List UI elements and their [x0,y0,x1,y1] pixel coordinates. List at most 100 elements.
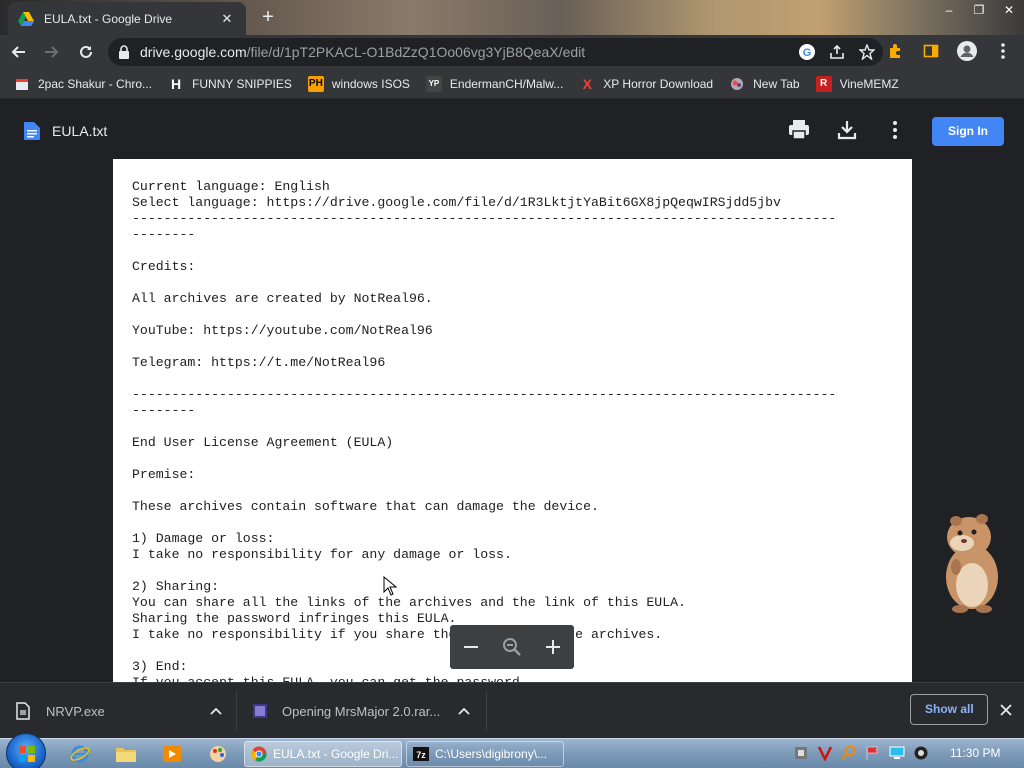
download-name: NRVP.exe [46,703,105,719]
back-arrow-icon[interactable] [2,36,34,68]
url-path: /file/d/1pT2PKACL-O1BdZzQ1Oo06vg3YjB8Qea… [246,44,586,60]
document-text: Current language: English Select language… [132,179,902,682]
bookmark-label: windows ISOS [331,76,410,91]
document-line: Telegram: https://t.me/NotReal96 [132,355,386,370]
window-close-icon[interactable]: ✕ [994,0,1024,20]
browser-tab[interactable]: EULA.txt - Google Drive ✕ [8,2,246,35]
bookmark-item[interactable]: 2pac Shakur - Chro... [14,76,152,92]
zoom-controls [450,625,574,669]
document-line: -------- [132,227,196,242]
extensions-icon[interactable] [884,40,906,62]
document-line: You can share all the links of the archi… [132,595,686,610]
close-shelf-icon[interactable] [996,700,1016,720]
document-line: Select language: https://drive.google.co… [132,195,781,210]
taskbar-7zip-window[interactable]: 7z C:\Users\digibrony\... [406,741,564,767]
document-line: Premise: [132,467,196,482]
start-button-icon[interactable] [6,733,46,768]
chrome-menu-icon[interactable] [992,40,1014,62]
x-logo-icon: X [582,75,592,92]
tab-close-icon[interactable]: ✕ [218,11,236,27]
drive-file-viewer: EULA.txt Sign In Current language: Engli… [0,100,1024,682]
tray-app-icon[interactable] [792,743,810,763]
tray-network-icon[interactable] [888,743,906,763]
side-panel-icon[interactable] [920,40,942,62]
download-name: Opening MrsMajor 2.0.rar... [282,703,441,719]
bookmark-label: 2pac Shakur - Chro... [38,76,153,91]
reload-icon[interactable] [70,36,102,68]
viewer-header: EULA.txt Sign In [0,100,1024,160]
profile-avatar-icon[interactable] [956,40,978,62]
bookmark-item[interactable]: R VineMEMZ [815,75,899,92]
zoom-reset-icon[interactable] [500,635,524,659]
document-line: Current language: English [132,179,330,194]
bookmark-label: FUNNY SNIPPIES [192,76,292,91]
more-options-icon[interactable] [884,120,906,145]
tray-antivirus-icon[interactable] [816,743,834,763]
chevron-up-icon[interactable] [454,701,474,721]
paint-app-icon[interactable] [204,742,232,766]
bookmark-item[interactable]: YP EndermanCH/Malw... [425,75,563,92]
download-icon[interactable] [836,120,858,145]
calendar-icon [14,76,30,92]
maximize-icon[interactable]: ❐ [964,0,994,20]
print-icon[interactable] [788,120,810,145]
window-controls: – ❐ ✕ [934,0,1024,20]
forward-arrow-icon[interactable] [36,36,68,68]
document-page: Current language: English Select language… [113,159,912,682]
file-title: EULA.txt [52,123,108,139]
internet-explorer-icon[interactable] [66,742,94,766]
document-line: If you accept this EULA, you can get the… [132,675,902,682]
bookmark-item[interactable]: PH windows ISOS [307,75,410,92]
chevron-up-icon[interactable] [206,701,226,721]
browser-toolbar: drive.google.com/file/d/1pT2PKACL-O1BdZz… [0,35,1024,69]
url-text: drive.google.com/file/d/1pT2PKACL-O1BdZz… [140,44,585,60]
document-line: ----------------------------------------… [132,211,837,226]
file-icon [16,702,30,720]
tab-strip: EULA.txt - Google Drive ✕ + – ❐ ✕ [0,0,1024,35]
mouse-pointer-icon [383,575,398,601]
sign-in-button[interactable]: Sign In [932,117,1004,146]
download-item[interactable]: NRVP.exe [16,693,226,729]
divider [486,691,487,731]
archive-file-icon [253,704,267,718]
bookmark-item[interactable]: H FUNNY SNIPPIES [168,76,292,92]
system-clock: 11:30 PM [950,746,1001,760]
zoom-out-icon[interactable] [459,635,483,659]
document-line: Credits: [132,259,196,274]
document-line: -------- [132,403,196,418]
minimize-icon[interactable]: – [934,0,964,20]
tray-flag-icon[interactable] [864,743,882,763]
url-host: drive.google.com [140,44,247,60]
bookmark-star-icon[interactable] [857,42,877,62]
task-label: C:\Users\digibrony\... [435,747,548,761]
system-tray [792,743,930,763]
file-explorer-icon[interactable] [112,742,140,766]
address-bar[interactable]: drive.google.com/file/d/1pT2PKACL-O1BdZz… [108,38,883,66]
document-line: I take no responsibility for any damage … [132,547,512,562]
show-all-button[interactable]: Show all [910,694,988,725]
download-item[interactable]: Opening MrsMajor 2.0.rar... [252,693,474,729]
document-line: YouTube: https://youtube.com/NotReal96 [132,323,433,338]
tray-search-icon[interactable] [840,743,858,763]
bookmark-item[interactable]: New Tab [729,76,800,92]
document-line: 2) Sharing: [132,579,220,594]
google-lens-icon[interactable]: G [797,42,817,62]
new-tab-icon[interactable]: + [256,6,280,29]
text-file-icon [24,122,40,140]
bookmark-item[interactable]: X XP Horror Download [579,75,714,92]
svg-text:7z: 7z [416,750,426,760]
tray-volume-icon[interactable] [912,743,930,763]
zoom-in-icon[interactable] [541,635,565,659]
media-player-icon[interactable] [158,742,186,766]
document-line: End User License Agreement (EULA) [132,435,394,450]
divider [236,691,237,731]
share-icon[interactable] [827,42,847,62]
taskbar-chrome-window[interactable]: EULA.txt - Google Dri... [244,741,402,767]
